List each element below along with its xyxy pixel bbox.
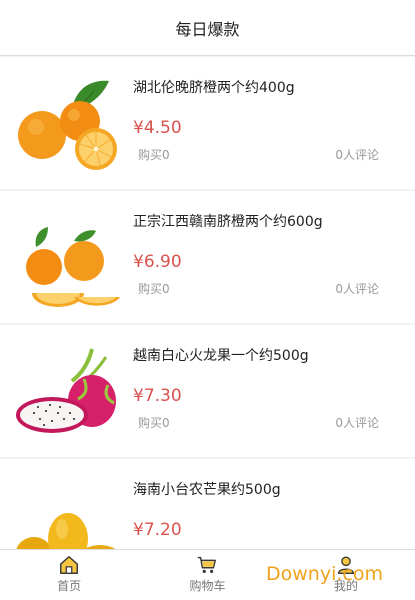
product-item-navel-orange-hubei[interactable]: 湖北伦晚脐橙两个约400g ¥4.50 购买0 0人评论 <box>0 57 415 189</box>
page-title: 每日爆款 <box>175 19 240 39</box>
purchase-count: 购买0 <box>138 148 170 162</box>
bottom-tab-bar: 首页 购物车 我的 <box>0 549 415 600</box>
tab-cart-label: 购物车 <box>189 579 226 593</box>
review-count: 0人评论 <box>335 282 379 296</box>
review-count: 0人评论 <box>335 416 379 430</box>
home-icon <box>60 556 79 574</box>
product-price: ¥7.20 <box>133 520 182 540</box>
oranges-with-leaves-image <box>18 80 117 170</box>
product-price: ¥6.90 <box>133 252 182 272</box>
mangoes-image <box>16 513 116 549</box>
tab-home-label: 首页 <box>57 579 82 593</box>
product-item-mango[interactable]: 海南小台农芒果约500g ¥7.20 <box>0 459 415 549</box>
purchase-count: 购买0 <box>138 416 170 430</box>
product-price: ¥7.30 <box>133 386 182 406</box>
product-item-dragon-fruit[interactable]: 越南白心火龙果一个约500g ¥7.30 购买0 0人评论 <box>0 325 415 457</box>
product-name: 正宗江西赣南脐橙两个约600g <box>133 214 323 230</box>
tab-home[interactable]: 首页 <box>0 550 138 600</box>
review-count: 0人评论 <box>335 148 379 162</box>
product-price: ¥4.50 <box>133 118 182 138</box>
tab-cart[interactable]: 购物车 <box>138 550 276 600</box>
cart-icon <box>198 556 217 574</box>
top-bar: 每日爆款 <box>0 0 415 56</box>
product-item-navel-orange-jiangxi[interactable]: 正宗江西赣南脐橙两个约600g ¥6.90 购买0 0人评论 <box>0 191 415 323</box>
product-name: 海南小台农芒果约500g <box>133 482 281 498</box>
product-list[interactable]: 湖北伦晚脐橙两个约400g ¥4.50 购买0 0人评论 正宗江西赣南脐橙两个约… <box>0 57 415 549</box>
tab-profile[interactable]: 我的 <box>277 550 415 600</box>
sliced-oranges-image <box>26 227 120 307</box>
product-name: 越南白心火龙果一个约500g <box>133 348 309 364</box>
product-name: 湖北伦晚脐橙两个约400g <box>133 80 295 96</box>
tab-profile-label: 我的 <box>333 579 358 593</box>
dragon-fruit-image <box>16 348 116 433</box>
purchase-count: 购买0 <box>138 282 170 296</box>
user-icon <box>337 556 354 574</box>
